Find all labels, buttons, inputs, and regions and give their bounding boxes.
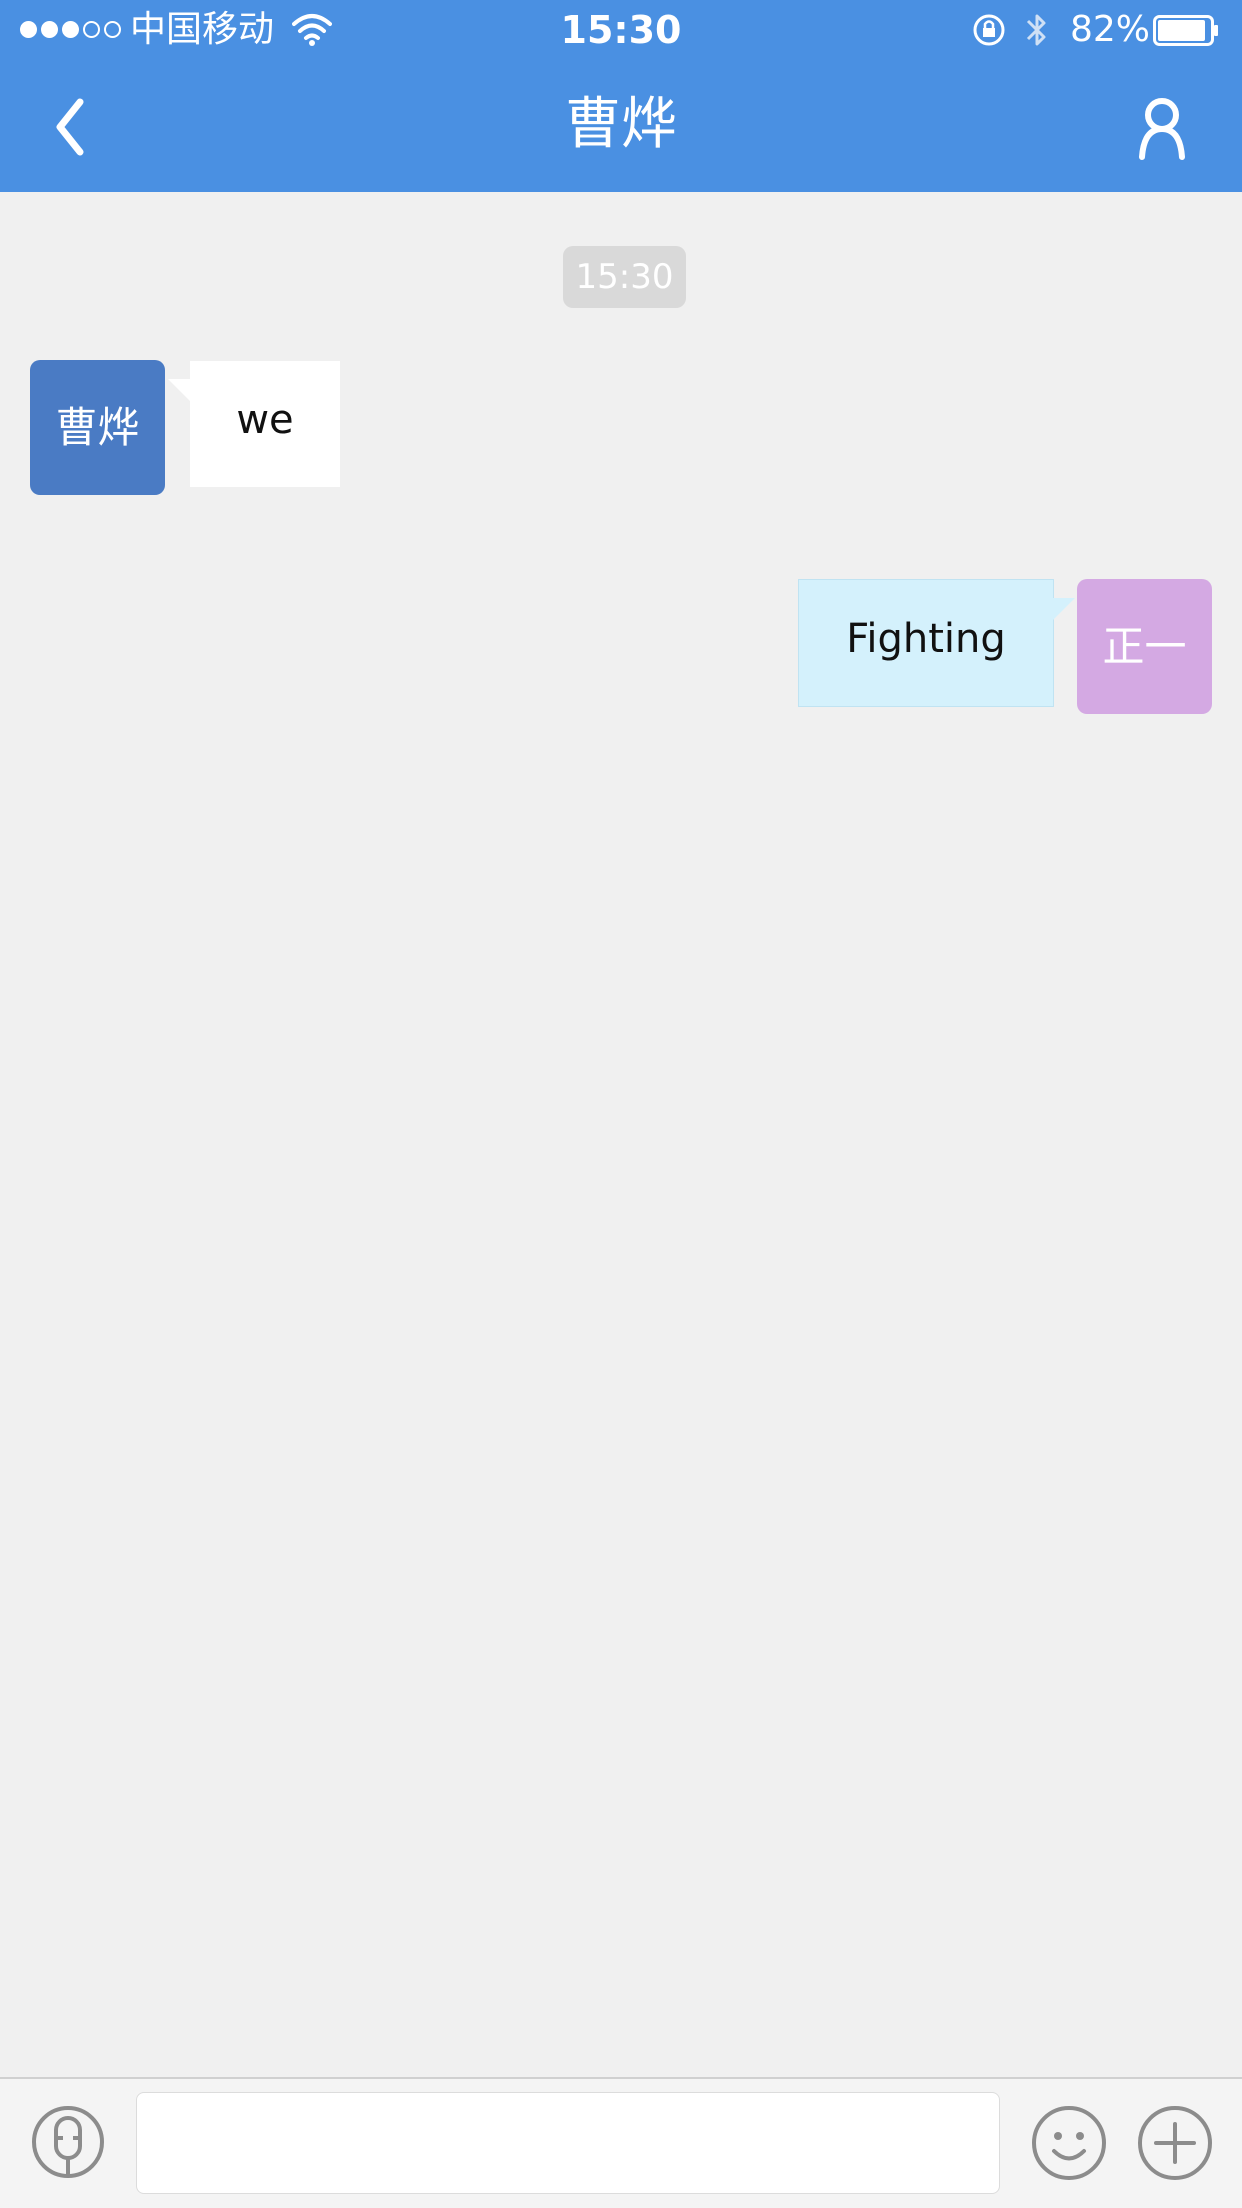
page-title: 曹烨 [565, 92, 677, 157]
avatar[interactable]: 曹烨 [30, 360, 165, 495]
header: 中国移动 15:30 82% 曹烨 [0, 0, 1242, 192]
emoji-button[interactable] [1030, 2104, 1108, 2182]
message-text: Fighting [846, 616, 1006, 662]
person-icon [1139, 98, 1185, 160]
bluetooth-icon [1026, 14, 1046, 46]
bubble-tail [1053, 598, 1075, 620]
plus-icon [1138, 2106, 1212, 2180]
voice-button[interactable] [30, 2104, 106, 2180]
nav-bar: 曹烨 [0, 62, 1242, 192]
plus-button[interactable] [1136, 2104, 1214, 2182]
rotation-lock-icon [973, 14, 1005, 46]
status-bar: 中国移动 15:30 82% [0, 0, 1242, 62]
chat-message-list[interactable]: 15:30 曹烨 we Fighting 正一 [0, 192, 1242, 2077]
status-time: 15:30 [560, 8, 682, 52]
chat-screen: 中国移动 15:30 82% 曹烨 15:30 曹烨 we Fighting 正… [0, 0, 1242, 2208]
battery-percent: 82% [1070, 9, 1151, 50]
message-timestamp: 15:30 [563, 246, 686, 308]
message-text: we [236, 397, 294, 443]
battery-icon [1153, 15, 1218, 46]
message-bubble-incoming[interactable]: we [168, 361, 340, 487]
message-input[interactable] [136, 2092, 1000, 2194]
input-bar [0, 2077, 1242, 2208]
voice-icon [32, 2106, 104, 2178]
avatar[interactable]: 正一 [1077, 579, 1212, 714]
message-bubble-outgoing[interactable]: Fighting [798, 579, 1075, 707]
bubble-tail [168, 379, 190, 401]
profile-button[interactable] [1122, 87, 1202, 167]
emoji-icon [1032, 2106, 1106, 2180]
